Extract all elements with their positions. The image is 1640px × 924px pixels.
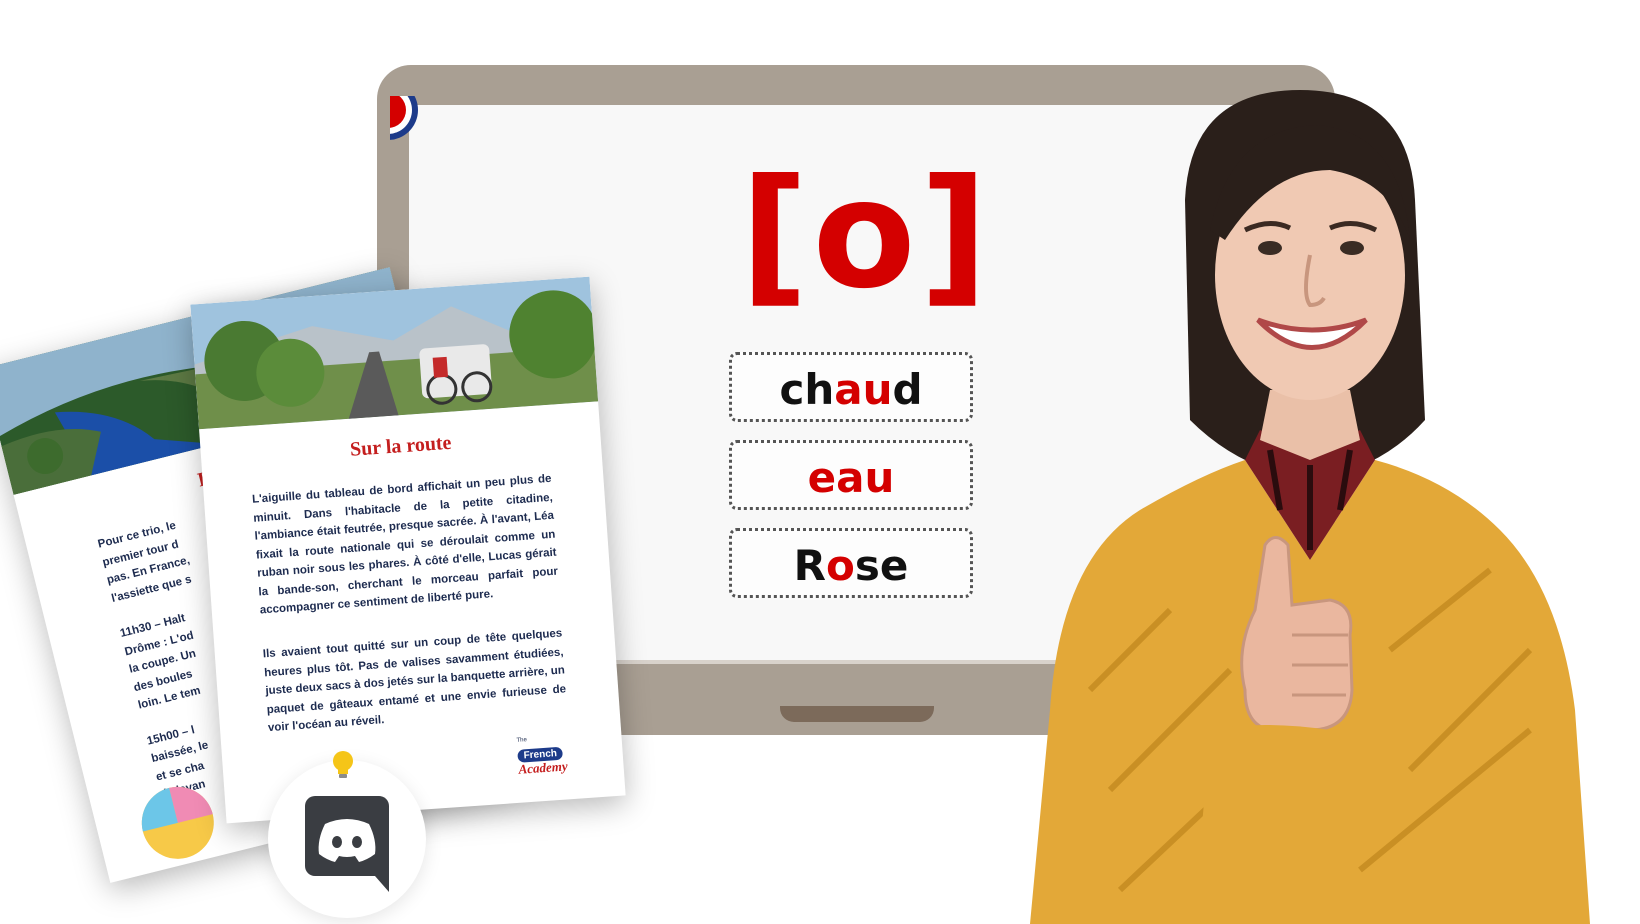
teacher-photo — [1030, 90, 1590, 924]
document-front: Sur la route L'aiguille du tableau de bo… — [190, 276, 626, 824]
word-highlight: au — [834, 365, 893, 414]
word-card-rose[interactable]: Rose — [729, 528, 973, 598]
french-academy-logo: The French Academy — [516, 732, 599, 782]
french-flag-icon — [390, 96, 426, 140]
document-front-paragraph-2: Ils avaient tout quitté sur un coup de t… — [262, 627, 567, 735]
document-front-heading: Sur la route — [349, 431, 453, 461]
logo-script-text: Academy — [518, 758, 569, 777]
word-card-eau[interactable]: eau — [729, 440, 973, 510]
word-part: ch — [779, 365, 835, 414]
phoneme-title: [o] — [740, 148, 993, 322]
logo-small-text: The — [516, 737, 528, 744]
lightbulb-icon — [332, 750, 354, 784]
monitor-notch — [780, 706, 934, 722]
word-part: R — [793, 541, 826, 590]
word-highlight: o — [826, 541, 855, 590]
document-front-photo — [190, 276, 599, 430]
word-part: se — [854, 541, 909, 590]
document-front-paragraph-1: L'aiguille du tableau de bord affichait … — [251, 472, 559, 617]
word-part: d — [892, 365, 923, 414]
word-card-chaud[interactable]: chaud — [729, 352, 973, 422]
word-highlight: eau — [807, 453, 895, 502]
discord-icon[interactable] — [305, 796, 389, 892]
